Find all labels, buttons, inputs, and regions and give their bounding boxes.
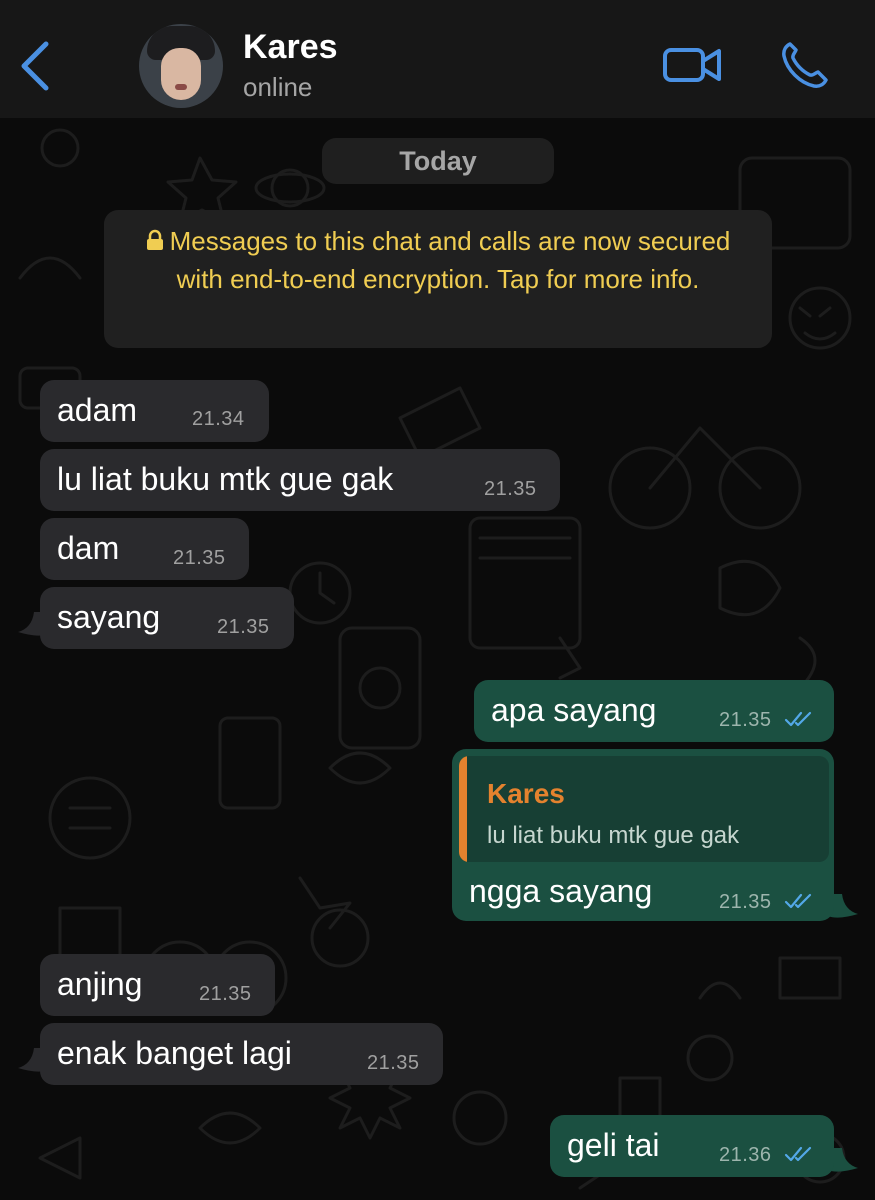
message-time: 21.36 [719, 1144, 772, 1166]
chevron-left-icon[interactable] [18, 40, 52, 92]
read-receipt-icon [784, 1146, 812, 1162]
message-bubble-outgoing[interactable]: geli tai 21.36 [550, 1115, 834, 1177]
message-bubble-incoming[interactable]: anjing 21.35 [40, 954, 275, 1016]
message-time: 21.35 [719, 891, 772, 913]
message-text: ngga sayang [469, 873, 653, 909]
contact-name[interactable]: Kares [243, 28, 338, 67]
chat-area[interactable]: Today Messages to this chat and calls ar… [0, 118, 875, 1200]
message-text: dam [57, 530, 120, 566]
encryption-notice[interactable]: Messages to this chat and calls are now … [104, 210, 772, 348]
read-receipt-icon [784, 893, 812, 909]
message-time: 21.35 [199, 983, 252, 1005]
reply-quote[interactable]: Kares lu liat buku mtk gue gak [459, 756, 829, 862]
message-bubble-incoming[interactable]: adam 21.34 [40, 380, 269, 442]
reply-text: lu liat buku mtk gue gak [487, 822, 740, 849]
message-text: adam [57, 392, 138, 428]
message-time: 21.35 [719, 709, 772, 731]
message-bubble-incoming[interactable]: dam 21.35 [40, 518, 249, 580]
message-text: anjing [57, 966, 143, 1002]
message-text: apa sayang [491, 692, 657, 728]
message-bubble-outgoing[interactable]: apa sayang 21.35 [474, 680, 834, 742]
lock-icon [146, 229, 163, 250]
message-time: 21.35 [484, 478, 537, 500]
message-time: 21.35 [217, 616, 270, 638]
read-receipt-icon [784, 711, 812, 727]
message-text: geli tai [567, 1127, 660, 1163]
contact-status: online [243, 72, 313, 102]
video-camera-icon[interactable] [662, 45, 724, 85]
date-separator: Today [322, 138, 554, 184]
message-time: 21.34 [192, 408, 245, 430]
chat-header: Kares online [0, 0, 875, 118]
message-bubble-incoming[interactable]: enak banget lagi 21.35 [40, 1023, 443, 1085]
message-time: 21.35 [367, 1052, 420, 1074]
message-bubble-incoming[interactable]: sayang 21.35 [40, 587, 294, 649]
message-time: 21.35 [173, 547, 226, 569]
avatar[interactable] [139, 24, 223, 108]
message-bubble-incoming[interactable]: lu liat buku mtk gue gak 21.35 [40, 449, 560, 511]
encryption-notice-text: Messages to this chat and calls are now … [169, 226, 731, 294]
message-bubble-outgoing[interactable]: Kares lu liat buku mtk gue gak ngga saya… [452, 749, 834, 921]
message-text: lu liat buku mtk gue gak [57, 461, 394, 497]
reply-author: Kares [487, 778, 565, 809]
message-text: enak banget lagi [57, 1035, 292, 1071]
phone-icon[interactable] [780, 40, 828, 90]
message-text: sayang [57, 599, 161, 635]
